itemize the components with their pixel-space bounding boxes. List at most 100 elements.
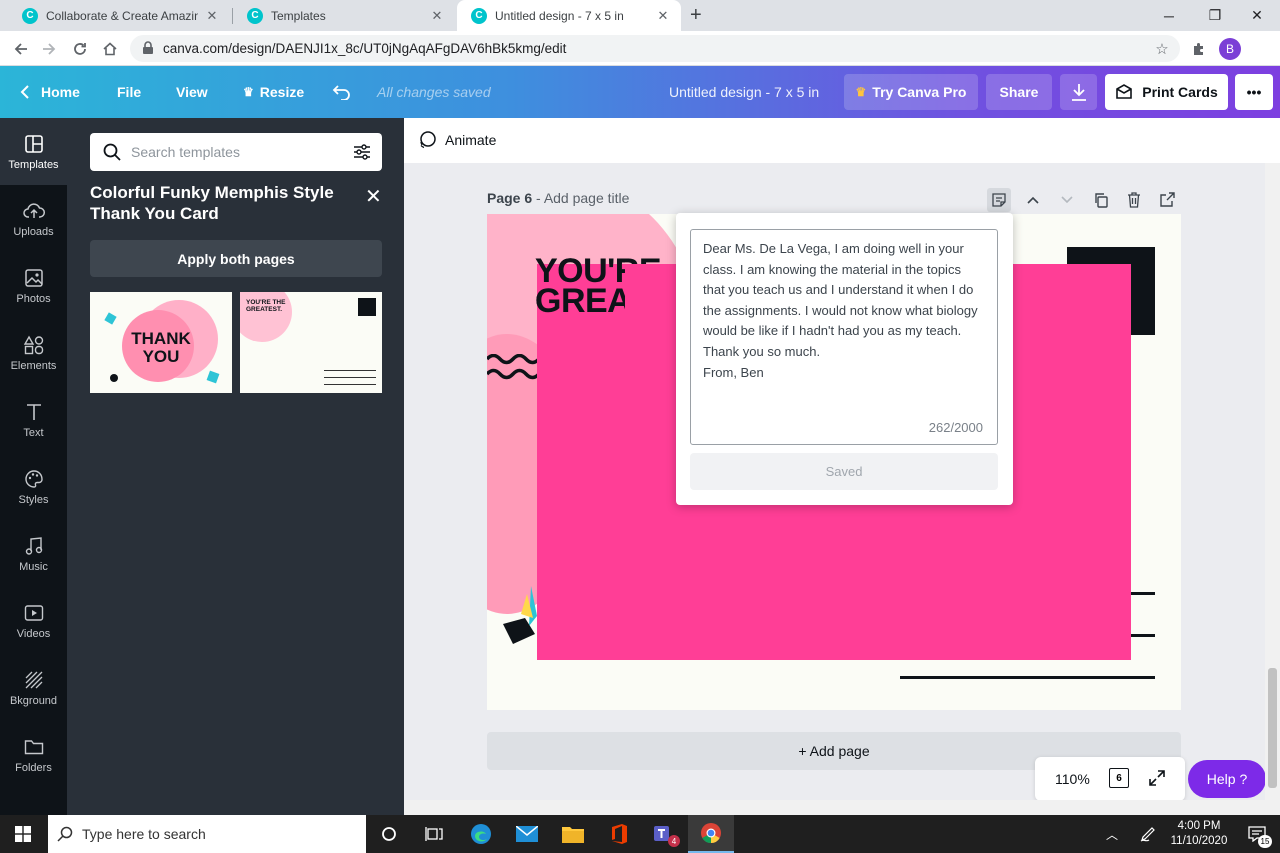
forward-icon[interactable] (38, 38, 60, 60)
more-options-button[interactable]: ••• (1235, 74, 1273, 110)
black-square-shape (358, 298, 376, 316)
filter-sliders-icon[interactable] (353, 143, 371, 161)
help-button[interactable]: Help ? (1188, 760, 1266, 798)
scrollbar-thumb[interactable] (1268, 668, 1277, 788)
chevron-down-icon[interactable] (1055, 188, 1079, 212)
rail-item-background[interactable]: Bkground (0, 654, 67, 721)
back-icon[interactable] (10, 38, 32, 60)
chrome-icon[interactable] (688, 815, 734, 853)
share-button[interactable]: Share (986, 74, 1052, 110)
cortana-icon[interactable] (366, 815, 412, 853)
chevron-up-icon[interactable] (1021, 188, 1045, 212)
reload-icon[interactable] (69, 38, 91, 60)
character-counter: 262/2000 (928, 420, 983, 435)
show-hidden-icons-chevron-icon[interactable]: ︿ (1092, 815, 1132, 853)
rail-item-text[interactable]: Text (0, 386, 67, 453)
geometric-prism-shape (503, 586, 537, 644)
address-bar[interactable]: canva.com/design/DAENJI1x_8c/UT0jNgAqAFg… (130, 35, 1180, 62)
crown-icon: ♛ (243, 85, 254, 99)
rail-item-photos[interactable]: Photos (0, 252, 67, 319)
canva-favicon-icon: C (471, 7, 487, 24)
rail-item-styles[interactable]: Styles (0, 453, 67, 520)
office-icon[interactable] (596, 815, 642, 853)
notification-count-badge: 15 (1258, 835, 1272, 848)
background-icon (24, 669, 44, 691)
print-cards-button[interactable]: Print Cards (1105, 74, 1228, 110)
notes-textarea[interactable]: Dear Ms. De La Vega, I am doing well in … (690, 229, 998, 445)
page-title-input[interactable]: Add page title (544, 190, 630, 206)
videos-icon (24, 602, 44, 624)
horizontal-scrollbar[interactable] (404, 800, 1265, 815)
edge-browser-icon[interactable] (458, 815, 504, 853)
windows-taskbar: Type here to search 4 ︿ 4:00 PM 11/10/20… (0, 815, 1280, 853)
save-status: All changes saved (377, 84, 491, 100)
resize-label: Resize (259, 84, 305, 100)
restore-icon[interactable]: ❐ (1192, 0, 1238, 31)
saved-button[interactable]: Saved (690, 453, 998, 490)
page-label: Page 6 - Add page title (487, 190, 629, 206)
notifications-icon[interactable]: 15 (1234, 815, 1280, 853)
animate-button[interactable]: Animate (445, 132, 496, 148)
duplicate-page-icon[interactable] (1089, 188, 1113, 212)
minimize-icon[interactable]: ─ (1146, 0, 1192, 31)
home-button[interactable]: Home (20, 66, 80, 118)
pen-workspace-icon[interactable] (1130, 815, 1166, 853)
close-window-icon[interactable]: ✕ (1234, 0, 1280, 31)
template-thumbnail-back[interactable]: YOU'RE THE GREATEST. (240, 292, 382, 393)
resize-button[interactable]: ♛ Resize (243, 66, 304, 118)
vertical-scrollbar[interactable] (1265, 163, 1280, 815)
undo-icon[interactable] (332, 66, 352, 118)
delete-page-icon[interactable] (1122, 188, 1146, 212)
file-menu[interactable]: File (117, 66, 141, 118)
design-title[interactable]: Untitled design - 7 x 5 in (669, 66, 819, 118)
template-search-input[interactable]: Search templates (90, 133, 382, 171)
browser-tab-active[interactable]: C Untitled design - 7 x 5 in ✕ (457, 0, 681, 31)
page-count-button[interactable]: 6 (1109, 768, 1129, 788)
add-page-icon[interactable] (1155, 188, 1179, 212)
try-pro-label: Try Canva Pro (872, 84, 967, 100)
tab-close-icon[interactable]: ✕ (655, 8, 671, 24)
taskbar-search-input[interactable]: Type here to search (48, 815, 366, 853)
rail-item-videos[interactable]: Videos (0, 587, 67, 654)
zoom-level[interactable]: 110% (1055, 771, 1090, 787)
music-icon (25, 535, 43, 557)
notes-icon[interactable] (987, 188, 1011, 212)
apply-both-pages-button[interactable]: Apply both pages (90, 240, 382, 277)
teams-icon[interactable]: 4 (642, 815, 688, 853)
left-rail: Templates Uploads Photos Elements Text S… (0, 118, 67, 815)
rail-item-uploads[interactable]: Uploads (0, 185, 67, 252)
rail-item-music[interactable]: Music (0, 520, 67, 587)
rail-item-folders[interactable]: Folders (0, 721, 67, 788)
template-thumbnail-front[interactable]: THANK YOU (90, 292, 232, 393)
download-button[interactable] (1060, 74, 1097, 110)
tab-close-icon[interactable]: ✕ (204, 8, 220, 24)
bookmark-star-icon[interactable]: ☆ (1151, 38, 1173, 60)
try-canva-pro-button[interactable]: ♛ Try Canva Pro (844, 74, 978, 110)
url-text: canva.com/design/DAENJI1x_8c/UT0jNgAqAFg… (163, 41, 567, 56)
browser-tab[interactable]: C Collaborate & Create Amazing G ✕ (8, 0, 230, 31)
line-shape (324, 377, 376, 378)
rail-item-elements[interactable]: Elements (0, 319, 67, 386)
view-menu[interactable]: View (176, 66, 208, 118)
templates-panel: Search templates Colorful Funky Memphis … (67, 118, 404, 815)
file-explorer-icon[interactable] (550, 815, 596, 853)
line-shape (900, 676, 1155, 679)
zoom-controls: 110% 6 (1035, 757, 1185, 801)
rail-label: Bkground (9, 694, 58, 707)
greatest-text: GREATES (535, 282, 625, 320)
task-view-icon[interactable] (411, 815, 457, 853)
home-icon[interactable] (99, 38, 121, 60)
fullscreen-icon[interactable] (1148, 769, 1166, 787)
close-icon[interactable]: ✕ (365, 184, 382, 209)
windows-start-icon[interactable] (0, 815, 46, 853)
profile-avatar[interactable]: B (1219, 38, 1241, 60)
animate-toolbar: Animate (404, 118, 1280, 163)
system-clock[interactable]: 4:00 PM 11/10/2020 (1168, 819, 1230, 849)
extensions-icon[interactable] (1188, 38, 1210, 60)
rail-item-templates[interactable]: Templates (0, 118, 67, 185)
mail-icon[interactable] (504, 815, 550, 853)
tab-close-icon[interactable]: ✕ (429, 8, 445, 24)
browser-tab[interactable]: C Templates ✕ (233, 0, 455, 31)
canva-favicon-icon: C (247, 7, 263, 24)
new-tab-icon[interactable]: + (690, 4, 702, 27)
